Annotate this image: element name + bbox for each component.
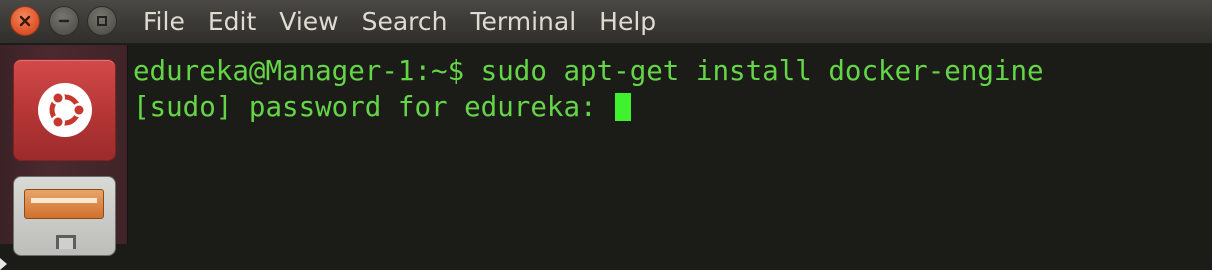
maximize-icon bbox=[97, 16, 107, 26]
password-prompt: [sudo] password for edureka: bbox=[133, 91, 614, 123]
maximize-window-button[interactable] bbox=[87, 6, 117, 36]
menu-bar: File Edit View Search Terminal Help bbox=[0, 0, 1212, 44]
menu-search[interactable]: Search bbox=[362, 0, 448, 44]
cabinet-drawer bbox=[24, 189, 104, 219]
terminal-line-command: edureka@Manager-1:~$ sudo apt-get instal… bbox=[133, 55, 1044, 87]
terminal-output[interactable]: edureka@Manager-1:~$ sudo apt-get instal… bbox=[129, 45, 1212, 244]
cabinet-handle bbox=[56, 235, 76, 249]
launcher bbox=[0, 45, 128, 270]
minimize-icon bbox=[58, 19, 70, 23]
ubuntu-logo-icon bbox=[37, 83, 92, 137]
menu-terminal[interactable]: Terminal bbox=[470, 0, 576, 44]
menu: File Edit View Search Terminal Help bbox=[131, 0, 667, 44]
terminal-line-prompt: [sudo] password for edureka: bbox=[133, 89, 1212, 125]
terminal-cursor bbox=[615, 93, 632, 121]
menu-edit[interactable]: Edit bbox=[208, 0, 256, 44]
close-window-button[interactable] bbox=[10, 6, 40, 36]
launcher-active-indicator bbox=[0, 258, 7, 270]
menu-file[interactable]: File bbox=[143, 0, 185, 44]
menu-view[interactable]: View bbox=[279, 0, 338, 44]
launcher-dash-button[interactable] bbox=[13, 59, 116, 161]
close-icon bbox=[19, 15, 31, 27]
launcher-files-button[interactable] bbox=[13, 176, 116, 256]
minimize-window-button[interactable] bbox=[49, 6, 79, 36]
menu-help[interactable]: Help bbox=[599, 0, 656, 44]
